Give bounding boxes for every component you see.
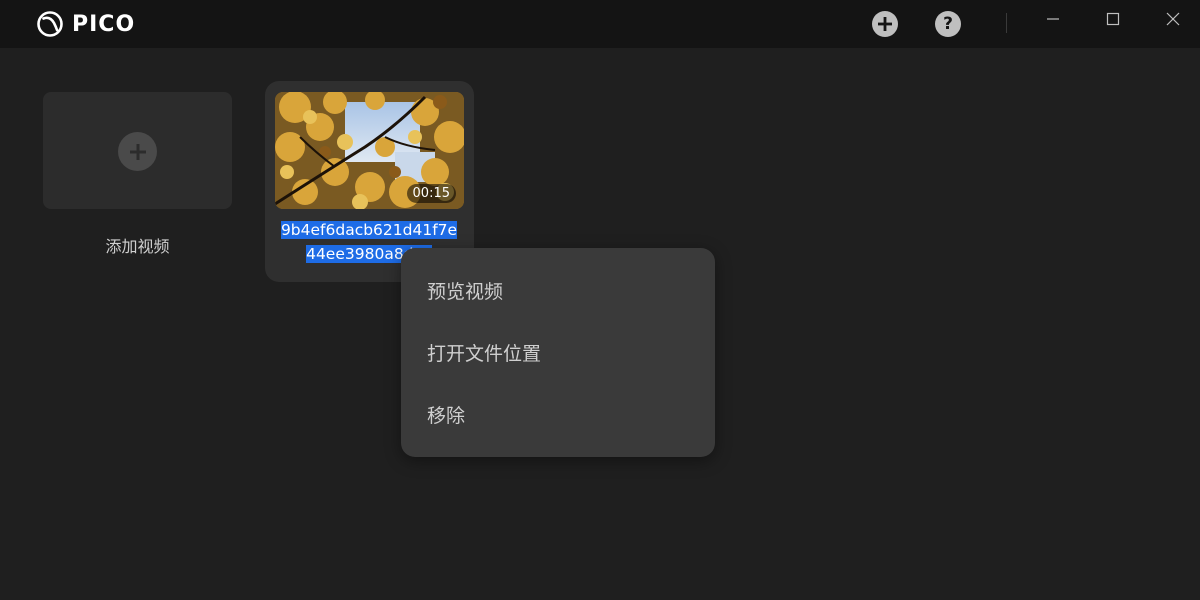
app-logo: PICO bbox=[36, 10, 135, 38]
menu-item-open-file-location[interactable]: 打开文件位置 bbox=[401, 332, 715, 376]
maximize-icon bbox=[1106, 12, 1120, 26]
help-circle-icon: ? bbox=[943, 13, 953, 34]
add-video-plus-icon bbox=[118, 132, 157, 171]
title-bar: PICO ? bbox=[0, 0, 1200, 48]
pico-logo-icon bbox=[37, 11, 63, 37]
minimize-button[interactable] bbox=[1038, 6, 1068, 32]
maximize-button[interactable] bbox=[1098, 6, 1128, 32]
video-thumbnail[interactable]: 00:15 bbox=[275, 92, 464, 209]
titlebar-divider bbox=[1006, 13, 1007, 33]
help-button[interactable]: ? bbox=[935, 11, 961, 37]
add-video-label: 添加视频 bbox=[105, 237, 170, 256]
context-menu: 预览视频 打开文件位置 移除 bbox=[401, 248, 715, 457]
menu-item-preview-video[interactable]: 预览视频 bbox=[401, 270, 715, 314]
minimize-icon bbox=[1047, 18, 1059, 20]
add-video-toolbar-button[interactable] bbox=[872, 11, 898, 37]
app-logo-text: PICO bbox=[72, 11, 136, 37]
add-video-card[interactable] bbox=[43, 92, 232, 209]
close-icon bbox=[1166, 12, 1180, 26]
close-button[interactable] bbox=[1158, 6, 1188, 32]
plus-icon bbox=[129, 143, 146, 160]
app-window: PICO ? 添加视频 00:15 9b4ef6dacb621d41f7e 44… bbox=[0, 0, 1200, 600]
plus-circle-icon bbox=[878, 17, 892, 31]
video-duration-badge: 00:15 bbox=[406, 184, 456, 203]
video-filename-line-1: 9b4ef6dacb621d41f7e bbox=[280, 221, 458, 239]
menu-item-remove[interactable]: 移除 bbox=[401, 394, 715, 438]
